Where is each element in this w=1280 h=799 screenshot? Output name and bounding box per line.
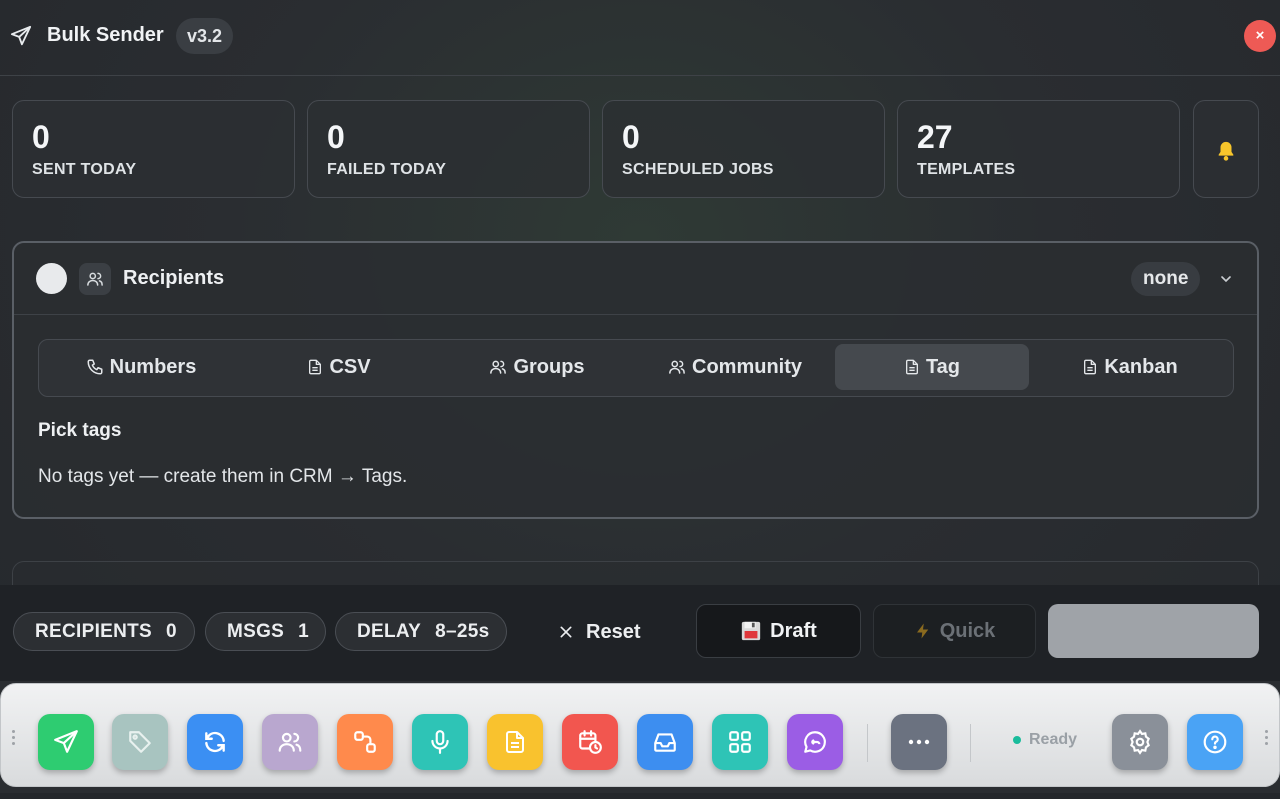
chip-value: 8–25s <box>435 620 490 642</box>
sync-app-icon[interactable] <box>187 714 243 770</box>
status-text: Ready <box>1029 731 1078 748</box>
dock: Ready <box>0 683 1280 787</box>
draft-label: Draft <box>770 619 817 642</box>
header: Bulk Sender v3.2 × <box>0 0 1280 76</box>
recipients-count-chip: RECIPIENTS 0 <box>13 612 195 651</box>
section-title: Recipients <box>123 267 225 289</box>
tab-groups[interactable]: Groups <box>439 344 635 390</box>
drag-handle-left[interactable] <box>12 730 16 746</box>
status-indicator: Ready <box>1013 731 1077 749</box>
tab-label: Kanban <box>1104 355 1178 378</box>
chat-app-icon[interactable] <box>787 714 843 770</box>
stat-failed-today: 0 FAILED TODAY <box>307 100 590 198</box>
file-icon <box>904 358 920 376</box>
tab-community[interactable]: Community <box>637 344 833 390</box>
dock-area: Ready <box>0 681 1280 799</box>
chevron-down-icon[interactable] <box>1218 271 1234 287</box>
chip-label: MSGS <box>227 620 285 642</box>
file-icon <box>1082 358 1098 376</box>
status-dot <box>1013 736 1021 744</box>
stat-label: FAILED TODAY <box>327 161 447 178</box>
tab-tag[interactable]: Tag <box>835 344 1029 390</box>
dock-separator <box>970 724 971 762</box>
pick-tags-label: Pick tags <box>38 420 122 441</box>
notes-app-icon[interactable] <box>487 714 543 770</box>
divider <box>14 314 1257 315</box>
contacts-app-icon[interactable] <box>262 714 318 770</box>
send-button[interactable] <box>1048 604 1259 658</box>
tag-app-icon[interactable] <box>112 714 168 770</box>
tab-csv[interactable]: CSV <box>241 344 437 390</box>
drag-handle-right[interactable] <box>1265 730 1269 746</box>
version-badge: v3.2 <box>176 18 234 54</box>
dock-separator <box>867 724 868 762</box>
tab-label: CSV <box>329 355 371 378</box>
send-icon <box>10 25 32 47</box>
quick-label: Quick <box>939 619 996 642</box>
more-app-icon[interactable] <box>891 714 947 770</box>
calendar-app-icon[interactable] <box>562 714 618 770</box>
stat-value: 27 <box>917 119 953 155</box>
send-app-icon[interactable] <box>38 714 94 770</box>
chip-label: RECIPIENTS <box>35 620 153 642</box>
app-title: Bulk Sender <box>47 24 164 46</box>
chip-value: 0 <box>166 620 177 642</box>
workflow-app-icon[interactable] <box>337 714 393 770</box>
stat-scheduled-jobs: 0 SCHEDULED JOBS <box>602 100 885 198</box>
stat-templates: 27 TEMPLATES <box>897 100 1180 198</box>
action-bar: RECIPIENTS 0 MSGS 1 DELAY 8–25s Reset Dr… <box>0 585 1280 681</box>
reset-label: Reset <box>586 620 641 643</box>
notifications-button[interactable] <box>1193 100 1259 198</box>
quick-send-button[interactable]: Quick <box>873 604 1036 658</box>
close-button[interactable]: × <box>1244 20 1276 52</box>
settings-app-icon[interactable] <box>1112 714 1168 770</box>
delay-chip: DELAY 8–25s <box>335 612 507 651</box>
inbox-app-icon[interactable] <box>637 714 693 770</box>
selection-badge: none <box>1131 262 1201 296</box>
stat-sent-today: 0 SENT TODAY <box>12 100 295 198</box>
floppy-disk-icon <box>740 620 762 642</box>
tab-label: Tag <box>925 355 961 378</box>
stat-value: 0 <box>32 119 50 155</box>
phone-icon <box>86 358 104 376</box>
stat-value: 0 <box>327 119 345 155</box>
reset-button[interactable]: Reset <box>558 612 640 652</box>
tab-label: Community <box>692 355 802 378</box>
close-icon <box>558 624 574 640</box>
messages-count-chip: MSGS 1 <box>205 612 326 651</box>
tab-numbers[interactable]: Numbers <box>43 344 239 390</box>
empty-tags-message: No tags yet — create them in CRM → Tags. <box>38 466 408 487</box>
section-toggle[interactable] <box>36 263 67 294</box>
stat-label: TEMPLATES <box>917 161 1016 178</box>
users-icon <box>489 358 507 376</box>
users-icon <box>668 358 686 376</box>
users-icon <box>79 263 111 295</box>
stat-label: SENT TODAY <box>32 161 137 178</box>
help-app-icon[interactable] <box>1187 714 1243 770</box>
tab-label: Numbers <box>109 355 197 378</box>
recipients-panel: Recipients none Numbers CSV Groups Commu… <box>12 241 1259 519</box>
tab-label: Groups <box>513 355 585 378</box>
lightning-icon <box>914 621 932 641</box>
file-icon <box>307 358 323 376</box>
tab-kanban[interactable]: Kanban <box>1031 344 1229 390</box>
stat-value: 0 <box>622 119 640 155</box>
draft-button[interactable]: Draft <box>696 604 861 658</box>
chip-value: 1 <box>298 620 310 642</box>
stat-label: SCHEDULED JOBS <box>622 161 774 178</box>
chip-label: DELAY <box>357 620 422 642</box>
recipient-source-tabs: Numbers CSV Groups Community Tag Kanban <box>38 339 1234 397</box>
window-bottom-edge <box>0 793 1280 799</box>
microphone-app-icon[interactable] <box>412 714 468 770</box>
apps-grid-app-icon[interactable] <box>712 714 768 770</box>
